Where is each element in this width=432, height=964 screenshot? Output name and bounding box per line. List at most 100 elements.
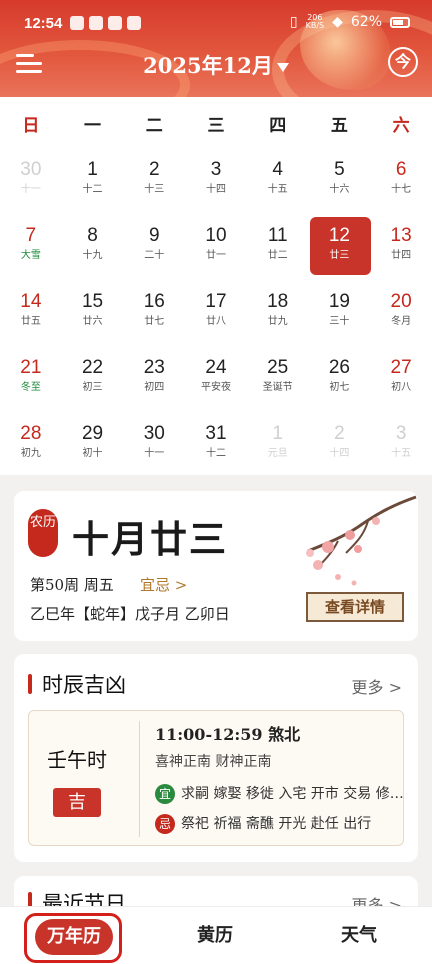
day-cell[interactable]: 21 冬至 (0, 349, 62, 415)
tab-almanac[interactable]: 黄历 (197, 921, 233, 947)
day-cell[interactable]: 2 十三 (123, 151, 185, 217)
weekday-label: 六 (392, 116, 410, 136)
today-button[interactable]: 今 (388, 47, 418, 77)
day-number: 21 (20, 357, 42, 378)
day-cell[interactable]: 1 十二 (62, 151, 124, 217)
lunar-label: 廿二 (267, 250, 288, 261)
day-cell[interactable]: 2 十四 (309, 415, 371, 481)
month-selector[interactable]: 2025年12月 (0, 50, 432, 80)
day-cell[interactable]: 3 十四 (185, 151, 247, 217)
day-cell[interactable]: 30 十一 (123, 415, 185, 481)
day-cell[interactable]: 11 廿二 (247, 217, 309, 283)
day-number: 2 (334, 423, 345, 444)
day-cell[interactable]: 8 十九 (62, 217, 124, 283)
day-cell[interactable]: 7 大雪 (0, 217, 62, 283)
day-cell[interactable]: 5 十六 (309, 151, 371, 217)
day-number: 8 (87, 225, 98, 246)
day-number: 6 (395, 159, 407, 180)
day-cell[interactable]: 15 廿六 (62, 283, 124, 349)
day-number: 11 (267, 225, 288, 246)
yiji-link[interactable]: 宜忌 > (140, 574, 187, 595)
day-cell[interactable]: 12 廿三 (309, 217, 371, 283)
day-cell[interactable]: 19 三十 (309, 283, 371, 349)
day-number: 7 (25, 225, 37, 246)
status-right: ▯ 206 KB/S ◆ 62% (290, 14, 410, 30)
tab-calendar[interactable]: 万年历 (35, 919, 113, 955)
lunar-label: 十四 (329, 448, 350, 459)
yi-items: 求嗣 嫁娶 移徙 入宅 开市 交易 修… (181, 786, 404, 802)
day-cell[interactable]: 25 圣诞节 (247, 349, 309, 415)
day-cell[interactable]: 23 初四 (123, 349, 185, 415)
day-cell[interactable]: 14 廿五 (0, 283, 62, 349)
lunar-label: 十一 (144, 448, 165, 459)
weekday-label: 五 (330, 116, 348, 136)
day-cell[interactable]: 28 初九 (0, 415, 62, 481)
day-cell[interactable]: 13 廿四 (370, 217, 432, 283)
day-cell[interactable]: 22 初三 (62, 349, 124, 415)
day-number: 25 (267, 357, 289, 378)
lunar-label: 元旦 (267, 448, 288, 459)
day-cell[interactable]: 16 廿七 (123, 283, 185, 349)
day-number: 9 (148, 225, 160, 246)
lunar-label: 平安夜 (200, 382, 231, 393)
day-cell[interactable]: 6 十七 (370, 151, 432, 217)
day-number: 3 (395, 423, 407, 444)
day-number: 15 (81, 291, 104, 312)
day-cell[interactable]: 27 初八 (370, 349, 432, 415)
day-number: 28 (20, 423, 42, 444)
day-cell[interactable]: 9 二十 (123, 217, 185, 283)
day-cell[interactable]: 3 十五 (370, 415, 432, 481)
day-cell[interactable]: 20 冬月 (370, 283, 432, 349)
day-number: 18 (267, 291, 289, 312)
weekday-label: 三 (207, 116, 225, 136)
lunar-label: 十二 (205, 448, 226, 459)
day-number: 5 (334, 159, 345, 180)
day-cell[interactable]: 18 廿九 (247, 283, 309, 349)
bottom-tab-bar: 万年历 黄历 天气 (0, 906, 432, 964)
lunar-label: 廿九 (267, 316, 288, 327)
lunar-label: 廿四 (391, 250, 412, 261)
day-number: 30 (143, 423, 165, 444)
ganzhi-date: 乙巳年【蛇年】戊子月 乙卯日 (30, 605, 230, 623)
tab-weather[interactable]: 天气 (341, 921, 377, 947)
battery-icon (390, 16, 410, 28)
month-title: 2025年12月 (143, 53, 273, 78)
lunar-label: 十一 (20, 184, 41, 195)
day-cell[interactable]: 26 初七 (309, 349, 371, 415)
weekday-label: 四 (269, 116, 287, 136)
day-number: 1 (87, 159, 98, 180)
day-cell[interactable]: 1 元旦 (247, 415, 309, 481)
day-number: 29 (81, 423, 104, 444)
battery-level: 62% (350, 14, 382, 30)
lunar-label: 初七 (329, 382, 350, 393)
more-link[interactable]: 更多 > (352, 674, 403, 698)
day-cell[interactable]: 4 十五 (247, 151, 309, 217)
lunar-label: 十四 (205, 184, 226, 195)
day-cell[interactable]: 17 廿八 (185, 283, 247, 349)
notification-icon (89, 16, 103, 30)
lunar-date: 十月廿三 (72, 517, 228, 561)
day-number: 2 (148, 159, 160, 180)
lunar-label: 廿六 (82, 316, 103, 327)
day-cell[interactable]: 31 十二 (185, 415, 247, 481)
day-number: 17 (205, 291, 227, 312)
lunar-label: 廿三 (329, 250, 350, 261)
day-number: 30 (20, 159, 42, 180)
lunar-label: 十九 (82, 250, 103, 261)
lunar-label: 十七 (391, 184, 412, 195)
day-cell[interactable]: 10 廿一 (185, 217, 247, 283)
day-cell[interactable]: 29 初十 (62, 415, 124, 481)
shichen-panel[interactable]: 壬午时 吉 11:00-12:59 煞北 喜神正南 财神正南 宜求嗣 嫁娶 移徙… (28, 710, 404, 846)
lunar-label: 十三 (144, 184, 165, 195)
wifi-icon: ◆ (332, 14, 343, 30)
lunar-label: 冬至 (20, 382, 41, 393)
section-accent (28, 674, 32, 694)
weekday-label: 日 (22, 116, 40, 136)
view-details-button[interactable]: 查看详情 (306, 592, 404, 622)
lunar-label: 十五 (267, 184, 288, 195)
day-cell[interactable]: 30 十一 (0, 151, 62, 217)
lunar-label: 圣诞节 (262, 382, 293, 393)
notification-icons (70, 16, 141, 30)
day-cell[interactable]: 24 平安夜 (185, 349, 247, 415)
day-number: 13 (390, 225, 412, 246)
